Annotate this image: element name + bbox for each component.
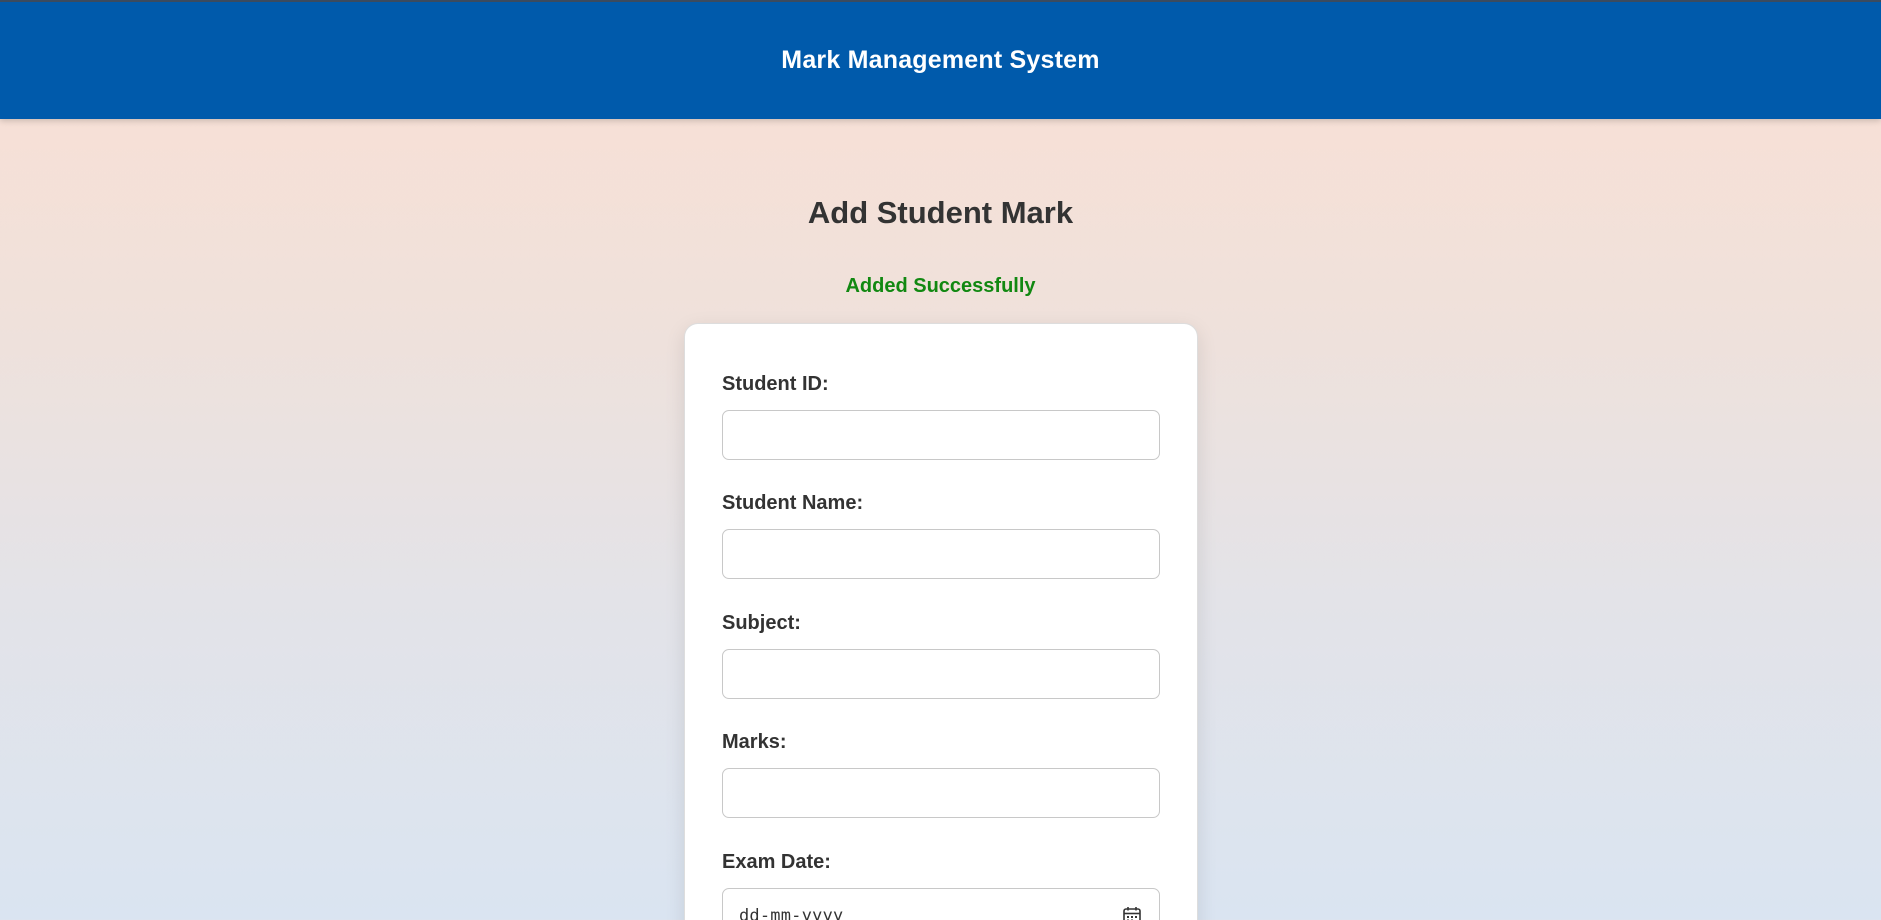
exam-date-placeholder: dd-mm-yyyy — [739, 906, 844, 920]
student-name-input[interactable] — [722, 529, 1160, 579]
app-header: Mark Management System — [0, 0, 1881, 119]
student-name-label: Student Name: — [722, 492, 864, 514]
student-id-input[interactable] — [722, 410, 1160, 460]
subject-label: Subject: — [722, 612, 801, 634]
exam-date-label: Exam Date: — [722, 851, 831, 873]
app-title: Mark Management System — [781, 46, 1100, 74]
student-id-label: Student ID: — [722, 373, 829, 395]
page-title: Add Student Mark — [807, 195, 1074, 230]
calendar-icon[interactable] — [1121, 905, 1143, 920]
marks-input[interactable] — [722, 768, 1160, 818]
exam-date-input[interactable]: dd-mm-yyyy — [722, 888, 1160, 920]
success-message: Added Successfully — [845, 275, 1036, 297]
marks-label: Marks: — [722, 731, 787, 753]
add-mark-form: Student ID: Student Name: Subject: Marks… — [684, 323, 1198, 920]
subject-input[interactable] — [722, 649, 1160, 699]
